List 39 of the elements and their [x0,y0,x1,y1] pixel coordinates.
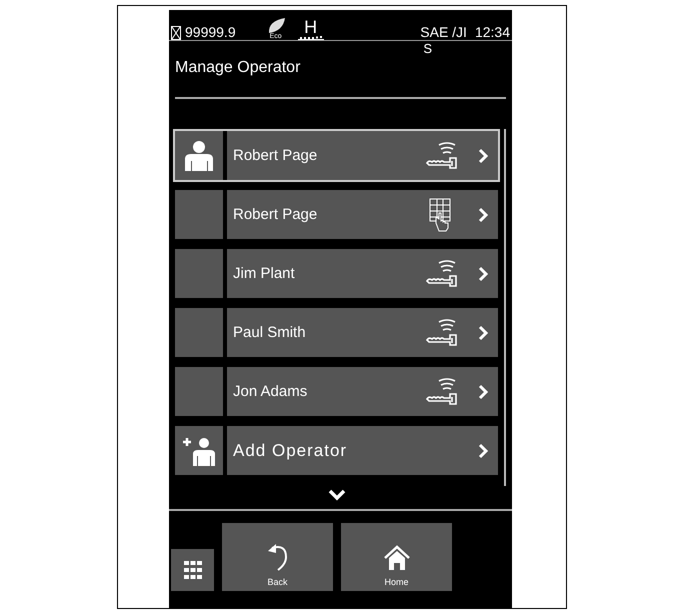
clock-time: 12:34 [474,24,510,40]
operator-name: Add Operator [233,440,348,460]
hourglass-icon [171,26,181,40]
units-label: SAE /JI [420,24,467,40]
operator-name: Robert Page [233,147,318,164]
units-label-overflow: S [423,41,432,57]
operator-name: Jim Plant [233,265,296,282]
person-icon [182,140,216,170]
operator-row[interactable]: Add Operator [173,424,500,477]
chevron-right-icon [478,442,488,458]
wireless-key-icon [425,258,459,288]
chevron-right-icon [478,148,488,164]
home-button[interactable]: Home [341,523,452,591]
wireless-key-icon [425,140,459,170]
wireless-key-icon [425,376,459,406]
apps-menu-button[interactable] [171,549,214,591]
undo-arrow-icon [266,543,290,571]
chevron-right-icon [478,266,488,282]
operator-row[interactable]: Jon Adams [173,365,500,418]
level-bars-icon [298,35,324,40]
back-button[interactable]: Back [222,523,333,591]
hour-meter-reading: 99999.9 [185,24,236,40]
operator-row[interactable]: Paul Smith [173,306,500,359]
house-icon [384,545,410,571]
chevron-down-icon[interactable] [328,489,346,501]
grid-icon [184,561,202,579]
power-mode-indicator: H [304,19,318,35]
operator-row[interactable]: Robert Page [173,188,500,241]
operator-row[interactable]: Jim Plant [173,247,500,300]
add-person-icon [181,436,217,466]
chevron-right-icon [478,384,488,400]
operator-row[interactable]: Robert Page [173,129,500,182]
screen-title: Manage Operator [175,59,300,76]
chevron-right-icon [478,324,488,340]
operator-name: Robert Page [233,206,318,223]
operator-name: Paul Smith [233,324,307,341]
wireless-key-icon [425,318,459,348]
chevron-right-icon [478,206,488,222]
operator-name: Jon Adams [233,383,308,400]
